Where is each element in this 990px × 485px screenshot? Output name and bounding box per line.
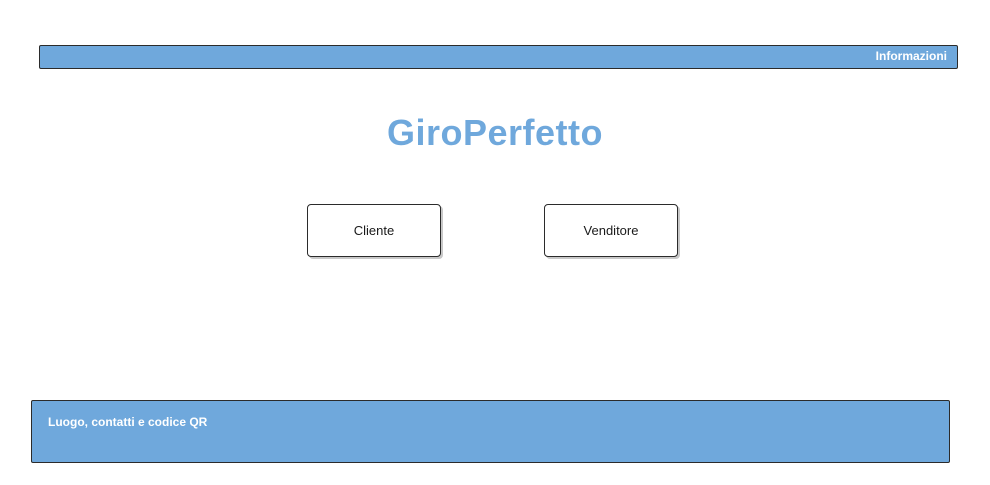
page: Informazioni GiroPerfetto Cliente Vendit… [0,0,990,485]
informazioni-link[interactable]: Informazioni [876,49,947,63]
venditore-button[interactable]: Venditore [544,204,678,257]
footer-bar: Luogo, contatti e codice QR [31,400,950,463]
cliente-button[interactable]: Cliente [307,204,441,257]
top-navigation-bar: Informazioni [39,45,958,69]
footer-text: Luogo, contatti e codice QR [48,415,208,429]
page-title: GiroPerfetto [386,112,604,153]
